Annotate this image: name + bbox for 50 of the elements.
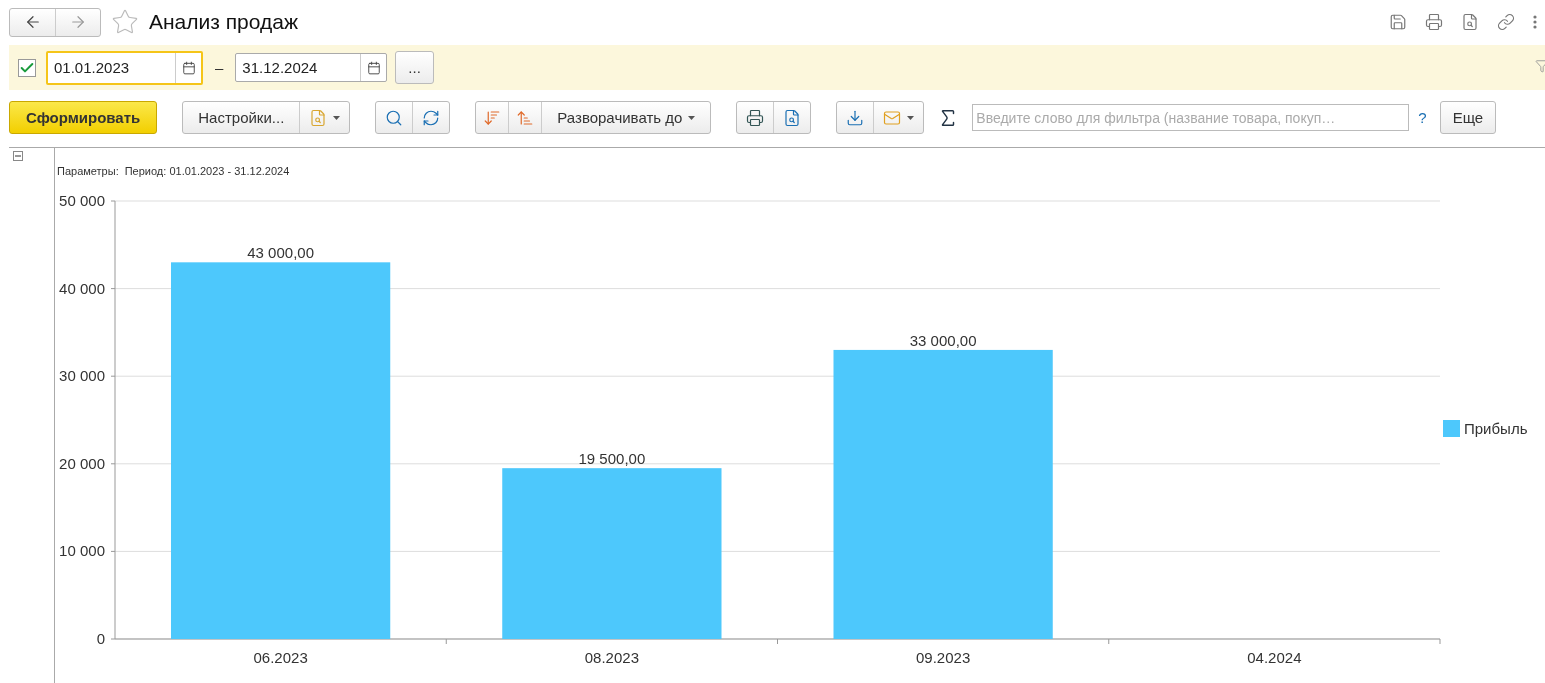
axis-label: 10 000 (59, 542, 105, 560)
caret-icon (688, 115, 696, 120)
date-field[interactable]: 31.12.2024 (235, 53, 388, 82)
star-icon[interactable] (111, 8, 139, 36)
calendar-icon (181, 60, 196, 75)
filter-input[interactable]: Введите слово для фильтра (название товара, покуп… (972, 104, 1410, 131)
date-input[interactable]: 01.01.2023 (48, 59, 175, 76)
filter-icon (1535, 58, 1545, 73)
generate-button[interactable]: Сформировать (9, 101, 158, 134)
date-input[interactable]: 31.12.2024 (236, 59, 361, 76)
window-title: Анализ продаж (149, 10, 298, 34)
axis-label: 50 000 (59, 192, 105, 209)
calendar-icon (366, 60, 381, 75)
help-link[interactable]: ? (1418, 109, 1427, 126)
refresh-search-icon (422, 108, 441, 127)
more-icon (1533, 15, 1537, 29)
printer-icon (746, 108, 765, 127)
axis-label: 04.2024 (1247, 649, 1302, 666)
axis-label: 09.2023 (916, 649, 971, 666)
period-button[interactable]: ... (395, 51, 434, 84)
preview-icon (783, 108, 802, 127)
data-label: 19 500,00 (578, 450, 646, 468)
axis-label: 30 000 (59, 367, 105, 385)
preview-icon (1461, 13, 1479, 31)
checkbox[interactable] (18, 58, 36, 77)
legend-label: Прибыль (1464, 420, 1528, 437)
save-icon (1389, 13, 1407, 31)
download-icon (846, 108, 865, 127)
data-label: 43 000,00 (247, 244, 314, 262)
search-icon (385, 108, 404, 127)
caret-icon (907, 115, 915, 120)
sort-down-icon (483, 108, 502, 127)
axis-label: 06.2023 (253, 649, 308, 666)
more-button[interactable]: Еще (1439, 101, 1497, 134)
mail-icon (883, 108, 902, 127)
caret-icon (333, 115, 341, 120)
arrow-right-icon (69, 13, 87, 31)
parameters-label: Параметры: (57, 165, 119, 177)
collapse-icon[interactable] (13, 151, 23, 161)
link-icon (1497, 13, 1515, 31)
sort-up-icon (516, 108, 535, 127)
data-label: 33 000,00 (909, 331, 977, 349)
axis-label: 08.2023 (584, 649, 639, 666)
parameters-value: Период: 01.01.2023 - 31.12.2024 (124, 165, 290, 177)
axis-label: 40 000 (59, 279, 105, 297)
printer-icon (1425, 13, 1443, 31)
date-field[interactable]: 01.01.2023 (46, 50, 203, 85)
dash-text: – (215, 59, 224, 76)
axis-label: 0 (96, 630, 105, 647)
axis-label: 20 000 (59, 454, 105, 472)
